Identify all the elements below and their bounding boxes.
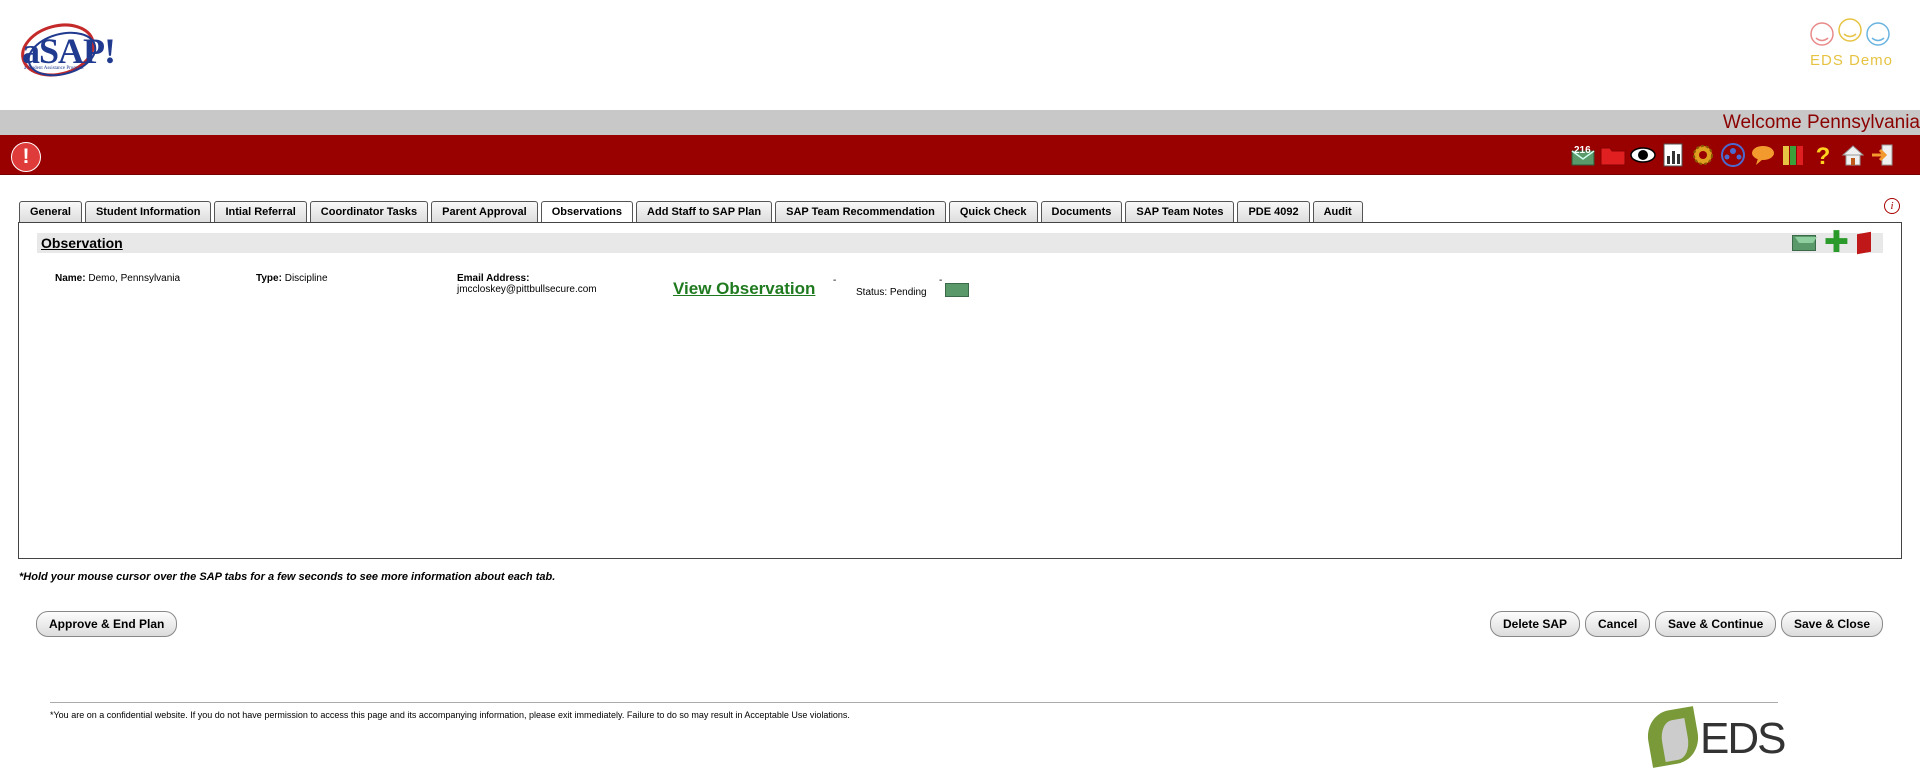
eds-logo-text: EDS bbox=[1700, 714, 1786, 763]
status-field: Status: Pending bbox=[856, 287, 927, 298]
people-icon[interactable] bbox=[1720, 142, 1746, 168]
eds-logo: EDS bbox=[1643, 706, 1786, 768]
separator-dash: - bbox=[833, 275, 837, 286]
observation-header: Observation ✚ bbox=[37, 228, 1883, 258]
save-continue-button[interactable]: Save & Continue bbox=[1655, 611, 1777, 637]
eye-icon[interactable] bbox=[1630, 142, 1656, 168]
name-label: Name: bbox=[55, 273, 86, 284]
logout-icon[interactable] bbox=[1870, 142, 1896, 168]
confidential-notice: *You are on a confidential website. If y… bbox=[50, 710, 850, 720]
tab-documents[interactable]: Documents bbox=[1040, 201, 1123, 223]
help-icon[interactable]: ? bbox=[1810, 142, 1836, 170]
type-label: Type: bbox=[256, 273, 282, 284]
type-value: Discipline bbox=[284, 273, 328, 284]
folder-icon[interactable] bbox=[1600, 142, 1626, 168]
type-field: Type: Discipline bbox=[256, 273, 328, 284]
tab-initial-referral[interactable]: Intial Referral bbox=[214, 201, 307, 223]
email-icon[interactable] bbox=[1791, 235, 1817, 251]
tab-parent-approval[interactable]: Parent Approval bbox=[431, 201, 538, 223]
tab-observations[interactable]: Observations bbox=[540, 201, 634, 224]
tab-student-information[interactable]: Student Information bbox=[84, 201, 212, 223]
tab-sap-team-recommendation[interactable]: SAP Team Recommendation bbox=[775, 201, 946, 223]
tab-add-staff[interactable]: Add Staff to SAP Plan bbox=[636, 201, 773, 223]
books-icon[interactable] bbox=[1780, 142, 1806, 168]
svg-text:?: ? bbox=[1816, 143, 1831, 168]
observation-actions: ✚ bbox=[1791, 228, 1871, 258]
observations-panel: Observation ✚ Name: Demo, Pennsylvania T… bbox=[18, 222, 1902, 559]
tab-hint: *Hold your mouse cursor over the SAP tab… bbox=[19, 571, 556, 583]
alert-icon[interactable]: ! bbox=[11, 142, 41, 172]
toolbar-icons: 216 ? bbox=[1570, 142, 1896, 170]
chat-icon[interactable] bbox=[1750, 142, 1776, 168]
info-icon[interactable]: i bbox=[1884, 198, 1900, 214]
cancel-button[interactable]: Cancel bbox=[1585, 611, 1651, 637]
name-value: Demo, Pennsylvania bbox=[88, 273, 181, 284]
tab-coordinator-tasks[interactable]: Coordinator Tasks bbox=[309, 201, 429, 223]
email-value: jmccloskey@pittbullsecure.com bbox=[457, 284, 597, 295]
tab-pde-4092[interactable]: PDE 4092 bbox=[1237, 201, 1310, 223]
welcome-bar: Welcome Pennsylvania bbox=[0, 110, 1920, 135]
name-field: Name: Demo, Pennsylvania bbox=[55, 273, 180, 284]
tab-audit[interactable]: Audit bbox=[1312, 201, 1363, 223]
eds-demo-logo: EDS Demo bbox=[1800, 14, 1900, 74]
book-icon[interactable] bbox=[1857, 231, 1871, 255]
main-toolbar: ! 216 ? bbox=[0, 135, 1920, 175]
save-close-button[interactable]: Save & Close bbox=[1781, 611, 1884, 637]
sap-tabs: General Student Information Intial Refer… bbox=[19, 201, 1363, 224]
separator-dash: - bbox=[939, 275, 943, 286]
home-icon[interactable] bbox=[1840, 142, 1866, 168]
logo-subtitle: a Student Assistance Program bbox=[24, 66, 84, 71]
view-observation-link[interactable]: View Observation bbox=[673, 279, 815, 299]
delete-sap-button[interactable]: Delete SAP bbox=[1490, 611, 1581, 637]
email-field: Email Address: jmccloskey@pittbullsecure… bbox=[457, 273, 597, 295]
welcome-text: Welcome Pennsylvania bbox=[1722, 112, 1920, 133]
tab-sap-team-notes[interactable]: SAP Team Notes bbox=[1125, 201, 1235, 223]
tab-general[interactable]: General bbox=[19, 201, 82, 223]
asap-logo: aSAP! a Student Assistance Program bbox=[18, 16, 116, 82]
add-icon[interactable]: ✚ bbox=[1824, 228, 1849, 258]
approve-end-plan-button[interactable]: Approve & End Plan bbox=[36, 611, 178, 637]
mail-icon[interactable]: 216 bbox=[1570, 142, 1596, 168]
report-icon[interactable] bbox=[1660, 142, 1686, 168]
status-label: Status: bbox=[856, 287, 888, 298]
status-value: Pending bbox=[889, 287, 927, 298]
footer-divider bbox=[50, 702, 1778, 703]
tab-quick-check[interactable]: Quick Check bbox=[948, 201, 1038, 223]
section-title: Observation bbox=[41, 235, 123, 251]
email-label: Email Address: bbox=[457, 273, 530, 284]
settings-icon[interactable] bbox=[1690, 142, 1716, 168]
send-email-icon[interactable] bbox=[945, 283, 969, 297]
notification-count: 216 bbox=[1574, 145, 1591, 156]
eds-demo-text: EDS Demo bbox=[1810, 52, 1894, 69]
